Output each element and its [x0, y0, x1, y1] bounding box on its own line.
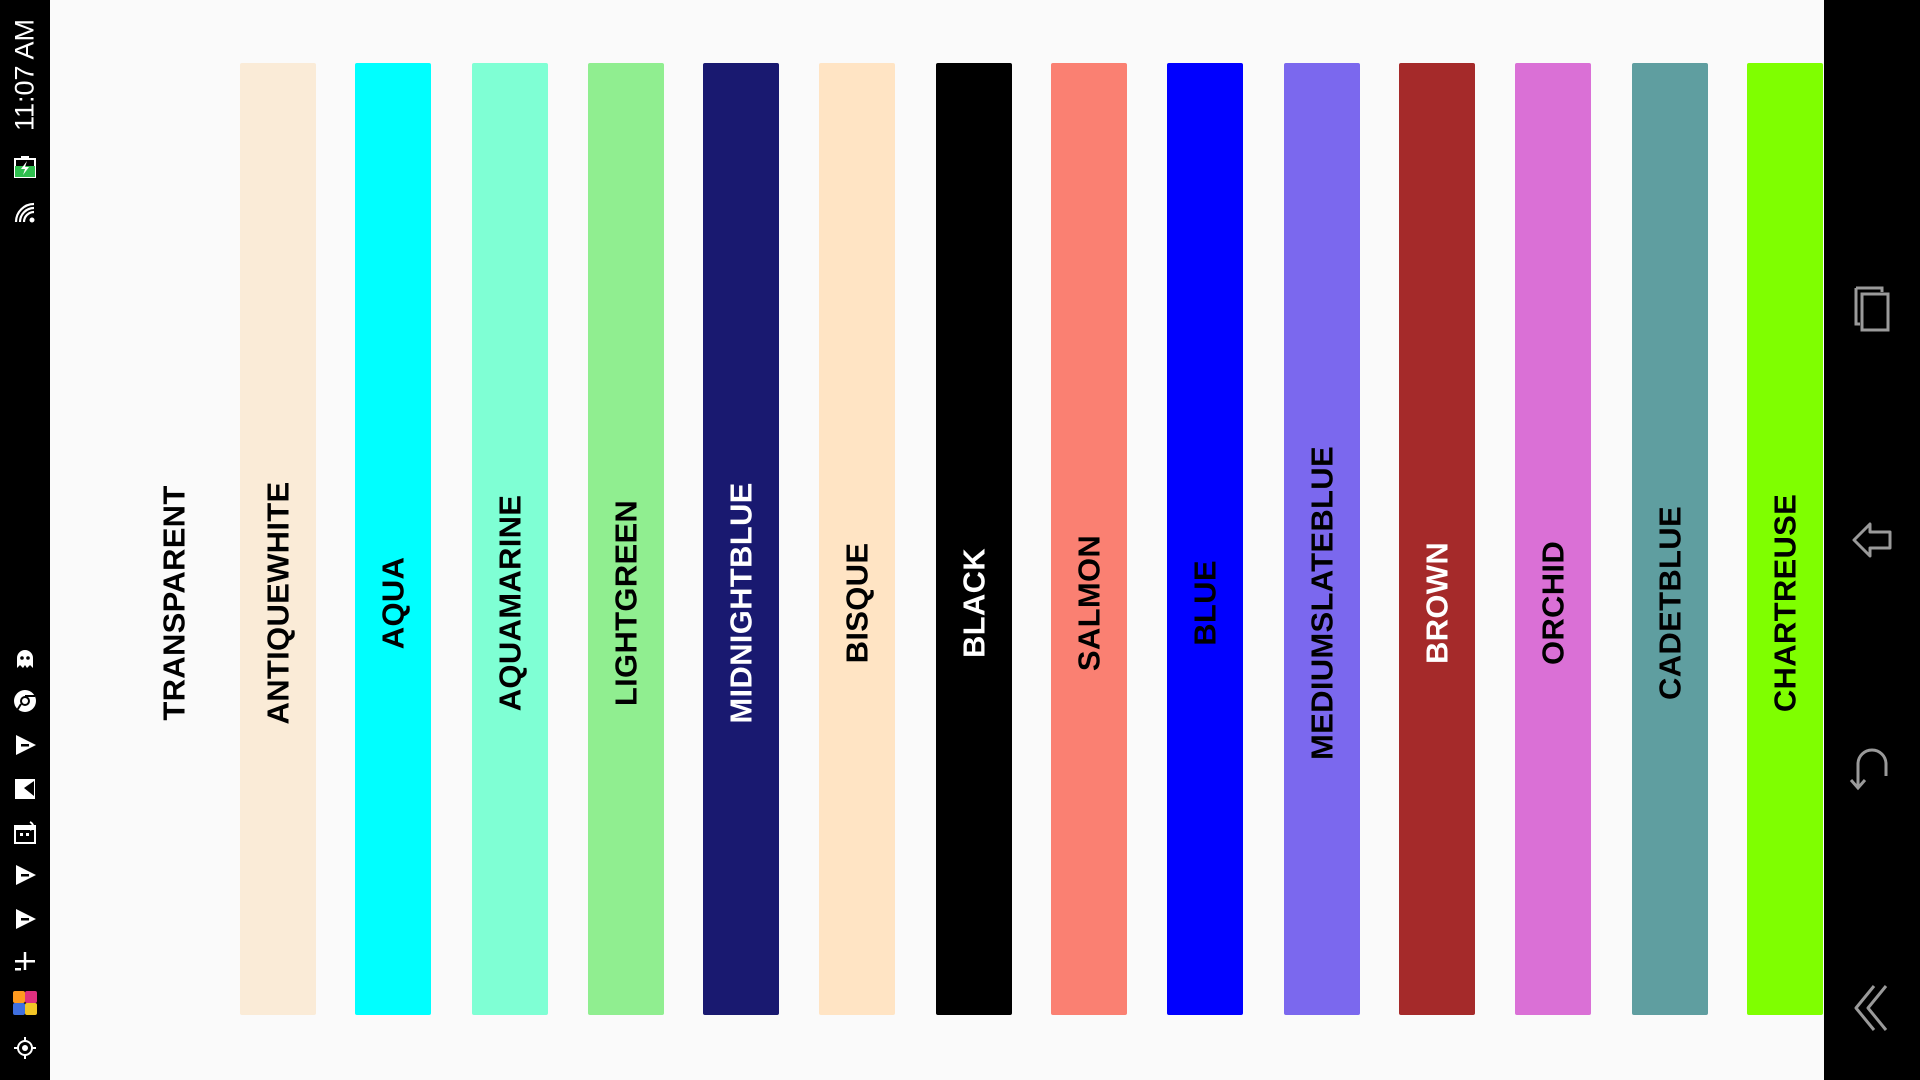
- swatch-label: BLUE: [1187, 560, 1223, 646]
- swatch-aquamarine[interactable]: AQUAMARINE: [472, 63, 548, 1015]
- swatch-black[interactable]: BLACK: [936, 63, 1012, 1015]
- swatch-orchid[interactable]: ORCHID: [1515, 63, 1591, 1015]
- swatch-label: ANTIQUEWHITE: [260, 481, 296, 725]
- swatch-midnightblue[interactable]: MIDNIGHTBLUE: [703, 63, 779, 1015]
- swatch-label: LIGHTGREEN: [608, 499, 644, 707]
- swatch-mediumslateblue[interactable]: MEDIUMSLATEBLUE: [1284, 63, 1360, 1015]
- swatch-label: AQUA: [375, 556, 411, 650]
- swatch-label: CHARTREUSE: [1767, 493, 1803, 713]
- back-icon: [1849, 748, 1888, 791]
- swatch-label: BROWN: [1419, 541, 1455, 665]
- swatch-bisque[interactable]: BISQUE: [819, 63, 895, 1015]
- swatch-label: MEDIUMSLATEBLUE: [1304, 446, 1340, 760]
- swatch-label: CADETBLUE: [1652, 506, 1688, 700]
- home-icon: [1852, 522, 1892, 558]
- download-icon: [12, 948, 38, 974]
- status-time: 11:07 AM: [9, 18, 40, 132]
- collapse-button[interactable]: [1848, 980, 1896, 1036]
- swatch-transparent[interactable]: TRANSPARENT: [136, 63, 212, 1015]
- image-icon: [12, 776, 38, 802]
- recent-apps-button[interactable]: [1848, 282, 1896, 338]
- swatch-cadetblue[interactable]: CADETBLUE: [1632, 63, 1708, 1015]
- battery-charging-icon: [12, 154, 38, 180]
- swatch-brown[interactable]: BROWN: [1399, 63, 1475, 1015]
- warning-icon: [12, 862, 38, 888]
- status-bar: 11:07 AM: [0, 0, 50, 1080]
- swatch-salmon[interactable]: SALMON: [1051, 63, 1127, 1015]
- swatch-label: BISQUE: [839, 542, 875, 664]
- swatch-label: ORCHID: [1535, 540, 1571, 666]
- swatch-lightgreen[interactable]: LIGHTGREEN: [588, 63, 664, 1015]
- swatch-chartreuse[interactable]: CHARTREUSE: [1747, 63, 1823, 1015]
- back-button[interactable]: [1848, 742, 1896, 798]
- warning-icon: [12, 732, 38, 758]
- home-button[interactable]: [1848, 512, 1896, 568]
- ghost-icon: [12, 646, 38, 672]
- wifi-icon: [12, 200, 38, 226]
- swatch-label: MIDNIGHTBLUE: [723, 482, 759, 724]
- chrome-icon: [12, 688, 38, 714]
- calendar-icon: [12, 820, 38, 846]
- swatch-label: SALMON: [1071, 534, 1107, 672]
- swatch-aqua[interactable]: AQUA: [355, 63, 431, 1015]
- swatch-blue[interactable]: BLUE: [1167, 63, 1243, 1015]
- swatch-label: AQUAMARINE: [492, 494, 528, 712]
- multi-app-icon: [12, 990, 38, 1016]
- swatch-label: TRANSPARENT: [156, 485, 192, 721]
- swatch-label: BLACK: [956, 548, 992, 658]
- collapse-icon: [1854, 985, 1888, 1031]
- swatch-antiquewhite[interactable]: ANTIQUEWHITE: [240, 63, 316, 1015]
- color-swatch-list: TRANSPARENT ANTIQUEWHITE AQUA AQUAMARINE…: [50, 0, 1824, 1080]
- android-screen: 11:07 AM TRANSPARENT ANTIQUEWHITE AQUA A…: [0, 0, 1920, 1080]
- recent-apps-icon: [1854, 286, 1890, 332]
- gps-icon: [12, 1035, 38, 1061]
- navigation-bar: [1824, 0, 1920, 1080]
- warning-icon: [12, 906, 38, 932]
